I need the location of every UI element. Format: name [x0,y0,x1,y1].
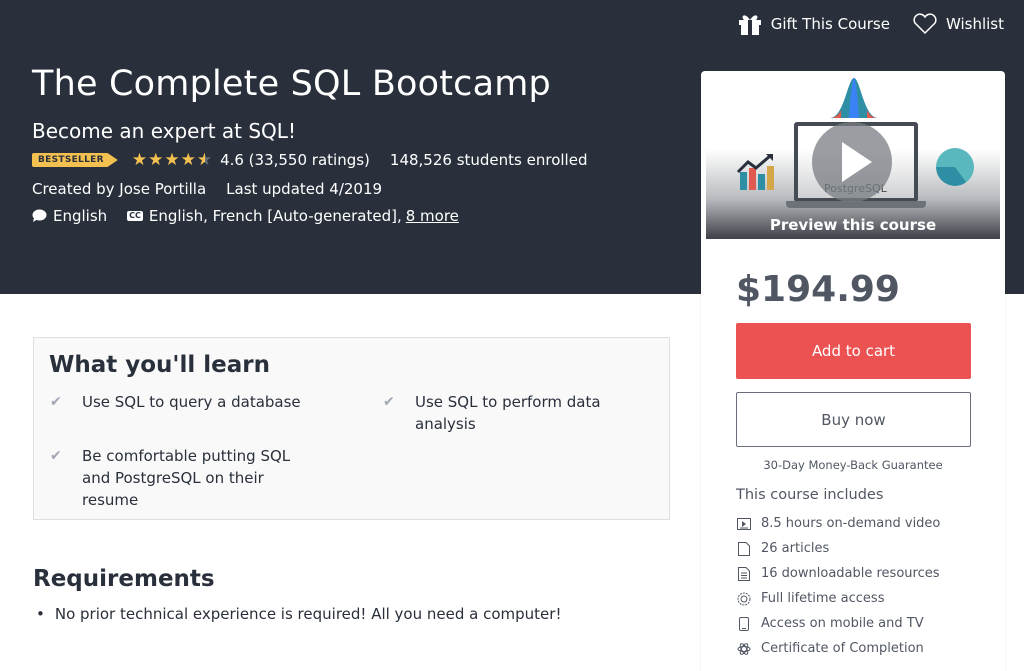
check-icon: ✔ [383,394,395,410]
bestseller-badge: BESTSELLER [32,153,118,167]
includes-label: 16 downloadable resources [761,566,940,581]
heart-icon [913,13,937,35]
rating-row: BESTSELLER ★ ★ ★ ★ ★ 4.6 (33,550 ratings… [32,151,587,169]
more-captions-link[interactable]: 8 more [406,207,459,225]
includes-item: 26 articles [736,536,940,561]
includes-label: 26 articles [761,541,830,556]
rating-stars: ★ ★ ★ ★ ★ [131,149,213,170]
includes-label: Access on mobile and TV [761,616,924,631]
buy-now-button[interactable]: Buy now [736,392,971,447]
language-row: English CC English, French [Auto-generat… [32,207,459,225]
add-to-cart-button[interactable]: Add to cart [736,323,971,379]
includes-item: Full lifetime access [736,586,940,611]
closed-captions-icon: CC [127,211,143,221]
wishlist-button[interactable]: Wishlist [912,13,1004,35]
learn-item: ✔ Be comfortable putting SQL and Postgre… [50,445,322,511]
learn-item: ✔ Use SQL to query a database [50,391,322,413]
gift-course-button[interactable]: Gift This Course [737,12,890,36]
meta-row: Created by Jose Portilla Last updated 4/… [32,180,382,198]
learn-title: What you'll learn [49,352,270,378]
rating-text[interactable]: 4.6 (33,550 ratings) [220,151,370,169]
star-icon: ★ [164,149,180,170]
includes-item: 16 downloadable resources [736,561,940,586]
includes-label: 8.5 hours on-demand video [761,516,941,531]
wishlist-label: Wishlist [945,15,1004,33]
what-you-will-learn: What you'll learn ✔ Use SQL to query a d… [33,337,670,520]
speech-bubble-icon [32,209,47,222]
gift-label: Gift This Course [770,15,890,33]
star-icon: ★ [180,149,196,170]
requirements-list: No prior technical experience is require… [36,605,562,623]
learn-item: ✔ Use SQL to perform data analysis [383,391,630,435]
check-icon: ✔ [50,394,62,410]
created-by[interactable]: Created by Jose Portilla [32,180,206,198]
resource-icon [736,566,752,581]
includes-list: 8.5 hours on-demand video 26 articles 16… [736,511,940,661]
last-updated: Last updated 4/2019 [226,180,383,198]
pie-chart-icon [936,148,974,186]
requirements-title: Requirements [33,566,215,592]
gift-icon [738,15,761,35]
includes-title: This course includes [736,487,884,503]
course-subtitle: Become an expert at SQL! [32,119,296,143]
top-actions: Gift This Course Wishlist [737,12,1004,36]
captions-label: English, French [Auto-generated], [148,207,402,225]
check-icon: ✔ [50,448,62,464]
learn-item-text: Be comfortable putting SQL and PostgreSQ… [82,447,291,509]
includes-item: Access on mobile and TV [736,611,940,636]
certificate-icon [736,642,752,656]
preview-label: Preview this course [769,216,937,234]
half-star-icon: ★ [196,149,213,170]
article-icon [736,541,752,556]
learn-item-text: Use SQL to perform data analysis [415,393,601,433]
learn-item-text: Use SQL to query a database [82,393,301,411]
laptop-base [786,201,926,208]
purchase-sidebar: PostgreSQL Preview this course $194.99 A… [701,71,1005,671]
mobile-icon [736,616,752,631]
language: English [32,207,107,225]
includes-item: Certificate of Completion [736,636,940,661]
language-label: English [53,207,108,225]
includes-label: Certificate of Completion [761,641,924,656]
course-price: $194.99 [736,269,900,310]
growth-chart-icon [736,154,774,190]
preview-video[interactable]: PostgreSQL Preview this course [706,76,1000,239]
play-icon[interactable] [812,122,892,202]
star-icon: ★ [131,149,148,170]
video-icon [736,517,752,530]
money-back-guarantee: 30-Day Money-Back Guarantee [763,458,943,472]
requirement-item: No prior technical experience is require… [36,605,562,623]
captions: CC English, French [Auto-generated], [127,207,402,225]
includes-item: 8.5 hours on-demand video [736,511,940,536]
includes-label: Full lifetime access [761,591,885,606]
lifetime-icon [736,592,752,606]
bell-curve-icon [830,78,878,118]
enrolled-count: 148,526 students enrolled [389,151,588,169]
course-title: The Complete SQL Bootcamp [32,64,551,104]
star-icon: ★ [148,149,164,170]
